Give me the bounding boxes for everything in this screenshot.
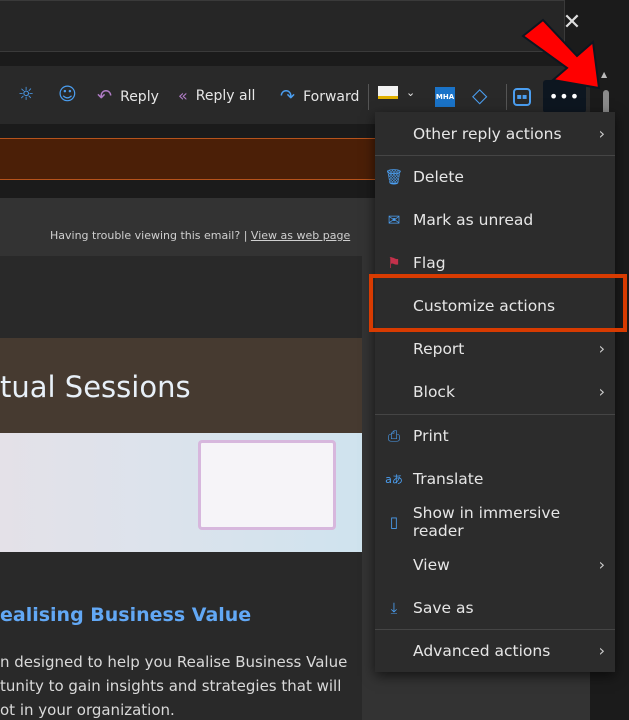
search-bar[interactable] — [0, 0, 565, 52]
apps-icon[interactable]: ▪▪ — [513, 88, 531, 106]
menu-item-label: Mark as unread — [413, 210, 534, 229]
trouble-label: Having trouble viewing this email? | — [50, 229, 248, 242]
menu-item-advanced-actions[interactable]: Advanced actions › — [375, 629, 615, 672]
security-envelope-dropdown[interactable]: ⌄ — [378, 86, 415, 99]
body-text: ot in your organization. — [0, 701, 175, 719]
reply-all-button[interactable]: « Reply all — [178, 86, 255, 105]
download-icon: ⤓ — [390, 598, 398, 617]
pointer-arrow-icon — [521, 18, 601, 90]
menu-item-label: Save as — [413, 598, 474, 617]
menu-item-save-as[interactable]: ⤓ Save as — [375, 586, 615, 629]
mha-icon[interactable]: MHA — [435, 87, 455, 107]
menu-item-label: Show in immersive reader — [412, 503, 561, 540]
menu-divider — [375, 629, 615, 630]
menu-item-label: View — [413, 555, 450, 574]
chevron-right-icon: › — [598, 382, 605, 401]
envelope-lock-icon — [378, 86, 398, 99]
menu-item-show-in-immersive-reader[interactable]: ▯ Show in immersive reader — [375, 500, 615, 543]
menu-item-label: Block — [413, 382, 455, 401]
chevron-right-icon: › — [598, 641, 605, 660]
emoji-icon[interactable]: ☺ — [58, 84, 77, 105]
menu-item-other-reply-actions[interactable]: Other reply actions › — [375, 112, 615, 155]
menu-item-label: Flag — [413, 253, 446, 272]
view-as-web-page-link[interactable]: View as web page — [251, 229, 350, 242]
body-text: n designed to help you Realise Business … — [0, 653, 348, 671]
menu-item-label: Advanced actions — [413, 641, 551, 660]
menu-item-view[interactable]: View › — [375, 543, 615, 586]
envelope-icon: ✉ — [387, 210, 401, 229]
divider — [368, 84, 369, 110]
translate-icon: aあ — [385, 472, 403, 486]
menu-item-print[interactable]: ⎙ Print — [375, 414, 615, 457]
more-actions-menu: Other reply actions › 🗑 Delete ✉ Mark as unre… — [375, 112, 615, 672]
brightness-icon[interactable]: ☼ — [18, 84, 34, 105]
printer-icon: ⎙ — [387, 426, 400, 445]
menu-item-label: Report — [413, 339, 465, 358]
forward-button[interactable]: ↷ Forward — [280, 86, 359, 107]
forward-icon: ↷ — [280, 86, 296, 107]
divider — [506, 84, 507, 110]
section-heading: ealising Business Value — [0, 604, 252, 626]
flag-icon: ⚑ — [387, 253, 401, 272]
chevron-right-icon: › — [598, 339, 605, 358]
viva-icon[interactable]: ◇ — [472, 83, 487, 107]
reply-button[interactable]: ↶ Reply — [97, 86, 159, 107]
chevron-right-icon: › — [598, 555, 605, 574]
reply-icon: ↶ — [97, 86, 113, 107]
trouble-viewing-text: Having trouble viewing this email? | Vie… — [50, 229, 350, 242]
menu-item-report[interactable]: Report › — [375, 327, 615, 370]
menu-divider — [375, 414, 615, 415]
menu-item-mark-as-unread[interactable]: ✉ Mark as unread — [375, 198, 615, 241]
trash-icon: 🗑 — [384, 167, 404, 186]
warning-banner — [0, 138, 375, 180]
menu-item-block[interactable]: Block › — [375, 370, 615, 413]
menu-item-label: Print — [413, 426, 449, 445]
reply-label: Reply — [120, 88, 159, 105]
menu-item-label: Delete — [413, 167, 464, 186]
immersive-reader-icon: ▯ — [389, 512, 399, 531]
hero-title: tual Sessions — [0, 338, 362, 433]
laptop-illustration — [198, 440, 336, 530]
menu-item-delete[interactable]: 🗑 Delete — [375, 155, 615, 198]
chevron-down-icon: ⌄ — [406, 86, 416, 99]
forward-label: Forward — [303, 88, 360, 105]
menu-item-translate[interactable]: aあ Translate — [375, 457, 615, 500]
body-text: tunity to gain insights and strategies t… — [0, 677, 342, 695]
menu-item-label: Translate — [413, 469, 484, 488]
menu-divider — [375, 155, 615, 156]
reply-all-label: Reply all — [195, 87, 256, 104]
menu-item-label: Other reply actions — [413, 124, 562, 143]
chevron-right-icon: › — [598, 124, 605, 143]
reply-all-icon: « — [178, 86, 188, 105]
highlight-box — [369, 274, 627, 332]
